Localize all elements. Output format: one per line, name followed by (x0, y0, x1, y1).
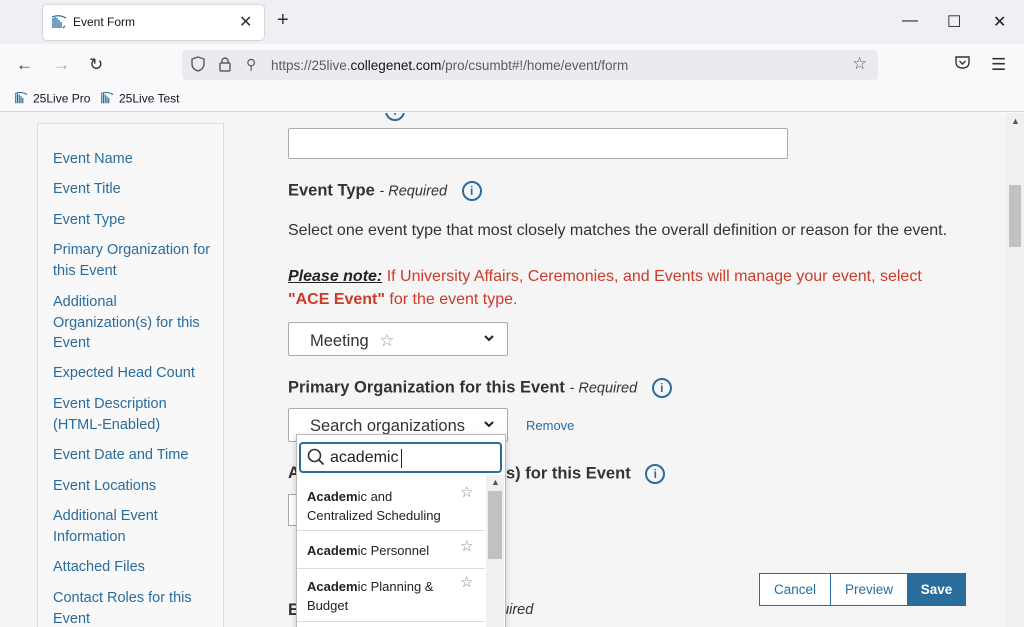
sidebar-item-contact-roles[interactable]: Contact Roles for this Event (53, 588, 213, 627)
browser-titlebar: Event Form ✕ + — ☐ ✕ (0, 0, 1024, 44)
sidebar-item-event-date-time[interactable]: Event Date and Time (53, 445, 213, 466)
scroll-up-icon[interactable]: ▲ (1011, 116, 1020, 126)
event-type-value: Meeting ☆ (310, 331, 395, 351)
event-type-label: Event Type - Required i (288, 181, 482, 201)
remove-link[interactable]: Remove (526, 418, 574, 433)
ace-event-text: "ACE Event" (288, 291, 385, 308)
scroll-up-icon[interactable]: ▲ (491, 477, 500, 487)
please-note-label: Please note: (288, 268, 383, 285)
url-domain: https://25live. (271, 58, 351, 73)
additional-org-select-partial[interactable] (288, 494, 296, 526)
sidebar-item-event-type[interactable]: Event Type (53, 210, 213, 231)
preview-button[interactable]: Preview (830, 573, 908, 606)
chevron-down-icon (483, 331, 495, 347)
event-type-description: Select one event type that most closely … (288, 222, 948, 239)
url-bar[interactable]: ⚲ https://25live.collegenet.com/pro/csum… (182, 50, 878, 80)
primary-org-info-icon[interactable]: i (651, 378, 672, 398)
page-content: Event Name Event Title Event Type Primar… (0, 113, 1006, 627)
text-cursor (401, 449, 402, 468)
option-divider (297, 530, 485, 531)
event-type-note: Please note: If University Affairs, Cere… (288, 265, 948, 311)
option-text: ic Personnel (357, 543, 430, 558)
event-type-label-text: Event Type (288, 181, 375, 200)
minimize-icon[interactable]: — (902, 12, 918, 30)
sidebar-item-attached-files[interactable]: Attached Files (53, 557, 213, 578)
list-item[interactable]: Academic Planning & Budget (307, 577, 457, 615)
menu-icon[interactable]: ☰ (991, 55, 1006, 75)
dropdown-scroll-thumb[interactable] (488, 491, 502, 559)
cancel-button[interactable]: Cancel (759, 573, 831, 606)
maximize-icon[interactable]: ☐ (947, 12, 961, 32)
form-section-nav: Event Name Event Title Event Type Primar… (37, 123, 224, 627)
url-host: collegenet.com (350, 58, 442, 73)
search-query-text: academic (330, 449, 399, 466)
favorite-star-icon[interactable]: ☆ (379, 331, 394, 350)
sidebar-item-additional-event-information[interactable]: Additional Event Information (53, 506, 213, 547)
page-scroll-thumb[interactable] (1009, 185, 1021, 247)
favorite-star-icon[interactable]: ☆ (460, 573, 473, 591)
bookmark-25live-test[interactable]: 25Live Test (99, 91, 180, 108)
page-scrollbar[interactable]: ▲ (1006, 113, 1024, 627)
browser-tab[interactable]: Event Form ✕ (43, 5, 264, 40)
forward-icon[interactable]: → (53, 55, 70, 75)
sidebar-item-event-locations[interactable]: Event Locations (53, 476, 213, 497)
bookmark-25live-pro[interactable]: 25Live Pro (13, 91, 90, 108)
note-text: for the event type. (384, 291, 518, 308)
sidebar-item-event-name[interactable]: Event Name (53, 149, 213, 170)
additional-org-label: s) for this Event i (506, 464, 666, 484)
sidebar-item-expected-head-count[interactable]: Expected Head Count (53, 363, 213, 384)
back-icon[interactable]: ← (16, 55, 33, 75)
window-close-icon[interactable]: ✕ (993, 12, 1006, 32)
bookmarks-bar: 25Live Pro 25Live Test (0, 86, 1024, 112)
tab-title: Event Form (73, 15, 136, 29)
url-text: https://25live.collegenet.com/pro/csumbt… (271, 58, 628, 73)
bookmark-label: 25Live Test (119, 91, 180, 106)
primary-org-label-text: Primary Organization for this Event (288, 378, 565, 397)
sidebar-item-additional-organizations[interactable]: Additional Organization(s) for this Even… (53, 292, 213, 354)
dropdown-scrollbar[interactable]: ▲ (486, 475, 504, 627)
shield-icon[interactable] (191, 56, 205, 75)
additional-org-label-text: s) for this Event (506, 464, 631, 483)
option-divider (297, 568, 485, 569)
favorite-star-icon[interactable]: ☆ (460, 537, 473, 555)
event-type-value-text: Meeting (310, 332, 369, 350)
event-type-info-icon[interactable]: i (461, 181, 482, 201)
reload-icon[interactable]: ↻ (89, 55, 103, 75)
match-text: Academ (307, 579, 358, 594)
required-indicator: - Required (379, 183, 448, 200)
chevron-down-icon (483, 417, 495, 433)
25live-favicon-icon (51, 14, 67, 35)
pocket-icon[interactable] (955, 55, 970, 74)
match-text: Academ (307, 543, 358, 558)
organization-search-dropdown: academic Academic and Centralized Schedu… (296, 434, 506, 627)
event-title-input[interactable] (288, 128, 788, 159)
save-button[interactable]: Save (907, 573, 966, 606)
favorite-star-icon[interactable]: ☆ (460, 483, 473, 501)
additional-org-info-icon[interactable]: i (645, 464, 666, 484)
sidebar-item-event-title[interactable]: Event Title (53, 179, 213, 200)
event-title-info-icon[interactable]: i (385, 113, 405, 121)
match-text: Academ (307, 489, 358, 504)
sidebar-item-primary-organization[interactable]: Primary Organization for this Event (53, 240, 213, 281)
new-tab-icon[interactable]: + (277, 9, 289, 32)
bookmark-star-icon[interactable]: ☆ (852, 54, 867, 74)
organization-search-input[interactable]: academic (299, 442, 502, 473)
25live-favicon-icon (99, 91, 115, 108)
25live-favicon-icon (13, 91, 29, 108)
tab-close-icon[interactable]: ✕ (239, 12, 252, 32)
required-indicator: - Required (569, 380, 638, 397)
search-icon (307, 448, 325, 471)
permissions-icon[interactable]: ⚲ (246, 56, 256, 73)
browser-navbar: ← → ↻ ⚲ https://25live.collegenet.com/pr… (0, 44, 1024, 86)
url-path: /pro/csumbt#!/home/event/form (441, 58, 629, 73)
primary-org-label: Primary Organization for this Event - Re… (288, 378, 672, 398)
note-text: If University Affairs, Ceremonies, and E… (382, 268, 922, 285)
list-item[interactable]: Academic Personnel (307, 541, 457, 560)
event-type-select[interactable]: Meeting ☆ (288, 322, 508, 356)
list-item[interactable]: Academic and Centralized Scheduling (307, 487, 457, 525)
bookmark-label: 25Live Pro (33, 91, 91, 106)
lock-icon[interactable] (219, 56, 231, 75)
option-divider (297, 621, 485, 622)
sidebar-item-event-description[interactable]: Event Description (HTML-Enabled) (53, 394, 213, 435)
